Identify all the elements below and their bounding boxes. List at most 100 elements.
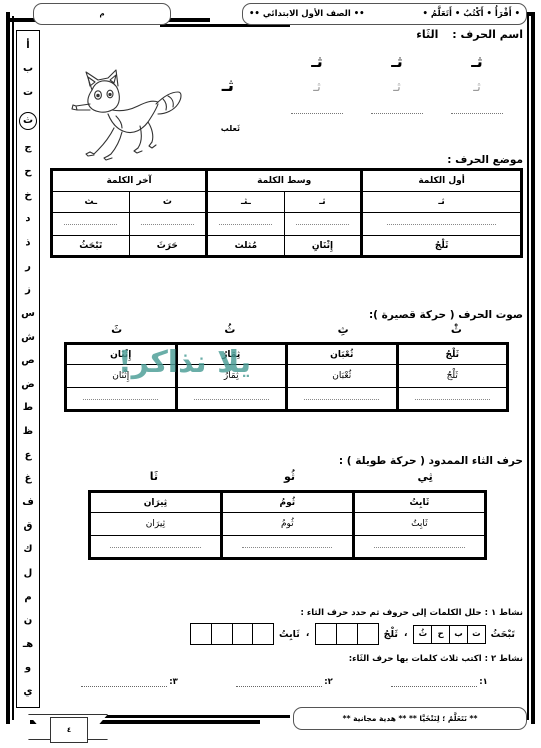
- trace-row-dotted: ثـ ثـ ثـ: [277, 74, 517, 100]
- empty-letter-box[interactable]: [231, 623, 254, 645]
- ghost-word-cell: ثَابِتُ: [352, 512, 487, 536]
- writing-cell[interactable]: [396, 387, 508, 411]
- word-cell: تَبْحَثُ: [51, 235, 130, 257]
- writing-cell[interactable]: [65, 387, 178, 411]
- trace-writing-line[interactable]: [371, 112, 423, 114]
- short-vowel-label: ثْ: [450, 323, 462, 336]
- activity1-empty-boxes-2[interactable]: [315, 623, 379, 645]
- alphabet-letter: ح: [24, 166, 32, 178]
- activity2-answer-line[interactable]: [81, 676, 168, 687]
- activity2-answer-line[interactable]: [236, 676, 323, 687]
- alphabet-letter: ف: [22, 496, 34, 508]
- letter-name-value: الثَاء: [416, 28, 439, 41]
- header-banner-left-text: •• الصف الأول الابتدائي ••: [249, 9, 365, 19]
- activity1-letter-boxes[interactable]: ت ب ح ثُ: [413, 624, 486, 644]
- trace-glyph-solid: ثـ: [391, 51, 403, 71]
- trace-glyph-dotted: ثـ: [313, 79, 321, 95]
- frame-border-left: [6, 12, 10, 724]
- word-cell: حَرَثَ: [128, 235, 209, 257]
- table-blank-row[interactable]: [89, 535, 487, 559]
- letter-box[interactable]: ح: [431, 624, 451, 644]
- activity2-item-number: ٢:: [324, 677, 333, 687]
- trace-row-blank[interactable]: [277, 100, 517, 126]
- letter-name-row: اسم الحرف : الثَاء: [416, 28, 523, 41]
- writing-cell[interactable]: [175, 387, 288, 411]
- writing-cell[interactable]: [361, 212, 522, 236]
- activity2-item-number: ١:: [479, 677, 488, 687]
- alphabet-letter: ظ: [22, 426, 34, 438]
- trace-glyph-solid: ثـ: [471, 51, 483, 71]
- table-blank-row[interactable]: [51, 212, 522, 236]
- position-table-wrap: أول الكلمة وسط الكلمة آخر الكلمة ثـ ثـ ـ…: [50, 168, 523, 258]
- empty-letter-box[interactable]: [189, 623, 212, 645]
- activity1-word-1: تَبْحَثُ: [490, 628, 515, 640]
- position-section-title: موضع الحرف :: [447, 154, 523, 166]
- activity2-answer-line[interactable]: [391, 676, 478, 687]
- table-header-row: أول الكلمة وسط الكلمة آخر الكلمة: [50, 169, 522, 192]
- activity1-word-3: ثَابِتُ: [279, 628, 300, 640]
- empty-letter-box[interactable]: [315, 623, 338, 645]
- form-cell: ـثـ: [206, 191, 285, 213]
- table-words-row: ثَلْجُ إِثْنَانِ مُثلث حَرَثَ تَبْحَثُ: [51, 235, 522, 257]
- activity1-empty-boxes-3[interactable]: [189, 623, 275, 645]
- frame-border-right-inner: [527, 16, 529, 720]
- writing-cell[interactable]: [286, 387, 399, 411]
- short-vowel-label: ثُ: [224, 323, 236, 336]
- trace-writing-line[interactable]: [291, 112, 343, 114]
- activity1-row: تَبْحَثُ ت ب ح ثُ ، ثَلْجُ ، ثَابِتُ: [46, 623, 523, 645]
- letter-box-highlighted[interactable]: ثُ: [413, 624, 433, 644]
- form-cell: ثـ: [361, 191, 522, 213]
- table-blank-row[interactable]: [65, 387, 508, 411]
- writing-cell[interactable]: [352, 535, 487, 559]
- alphabet-letter: ش: [21, 331, 35, 343]
- col-header-last: آخر الكلمة: [50, 169, 209, 192]
- activity2-item-number: ٣:: [169, 677, 178, 687]
- ghost-word-cell: ثُومُ: [220, 512, 355, 536]
- alphabet-letter: خ: [24, 189, 32, 201]
- ghost-word-cell: ثِيرَان: [89, 512, 223, 536]
- activity2-item[interactable]: ١:: [391, 676, 488, 687]
- empty-letter-box[interactable]: [356, 623, 379, 645]
- writing-cell[interactable]: [220, 535, 355, 559]
- table-words-row: ثَلْجُ ثُعْبَان ثِمَارُ إِثْنَان: [65, 343, 508, 365]
- letter-name-label: اسم الحرف :: [452, 28, 523, 41]
- activity2-title: نشاط ٢ : اكتب ثلاث كلمات بها حرف الثَاء:: [348, 654, 523, 664]
- writing-cell[interactable]: [128, 212, 209, 236]
- alphabet-letter: ص: [21, 355, 35, 367]
- frame-border-left-inner: [12, 16, 14, 720]
- empty-letter-box[interactable]: [336, 623, 359, 645]
- frame-border-right: [531, 12, 535, 724]
- short-vowel-section-title: صوت الحرف ( حركة قصيرة ):: [368, 309, 523, 321]
- position-table: أول الكلمة وسط الكلمة آخر الكلمة ثـ ثـ ـ…: [50, 168, 523, 258]
- illustration-caption: ثَعلب: [220, 124, 240, 133]
- short-vowel-label: ثِ: [337, 323, 349, 336]
- empty-letter-box[interactable]: [252, 623, 275, 645]
- form-cell: ـث: [51, 191, 130, 213]
- ghost-word-cell: ثَلْجُ: [396, 364, 508, 388]
- alphabet-letter: ق: [23, 520, 33, 532]
- trace-row-solid: ثـ ثـ ثـ: [277, 48, 517, 74]
- empty-letter-box[interactable]: [210, 623, 233, 645]
- writing-cell[interactable]: [89, 535, 223, 559]
- writing-cell[interactable]: [283, 212, 364, 236]
- alphabet-letter: و: [24, 662, 32, 674]
- alphabet-letter: غ: [24, 473, 32, 485]
- trace-glyph-dotted: ثـ: [473, 79, 481, 95]
- activity1-title: نشاط ١ : حلل الكلمات إلى حروف ثم حدد حرف…: [300, 608, 523, 618]
- activity2-item[interactable]: ٣:: [81, 676, 178, 687]
- alphabet-letter: ذ: [25, 236, 31, 248]
- letter-box[interactable]: ت: [466, 624, 486, 644]
- alphabet-letter: ر: [25, 260, 31, 272]
- alphabet-letter: ب: [22, 63, 34, 75]
- writing-cell[interactable]: [51, 212, 130, 236]
- short-vowel-label: ثَ: [111, 323, 123, 336]
- writing-cell[interactable]: [206, 212, 285, 236]
- trace-writing-line[interactable]: [451, 112, 503, 114]
- activity1-separator: ،: [403, 629, 408, 639]
- alphabet-letter: م: [24, 591, 32, 603]
- letter-box[interactable]: ب: [449, 624, 469, 644]
- header-banner-right-text: • أَقْرَأُ • أَكْتُبُ • أَتَعَلَّمُ •: [422, 9, 520, 19]
- activity2-item[interactable]: ٢:: [236, 676, 333, 687]
- ghost-word-cell: ثِمَارُ: [175, 364, 288, 388]
- long-vowel-table-wrap: ثَابِتُ ثُومُ ثِيرَان ثَابِتُ ثُومُ ثِير…: [88, 490, 487, 560]
